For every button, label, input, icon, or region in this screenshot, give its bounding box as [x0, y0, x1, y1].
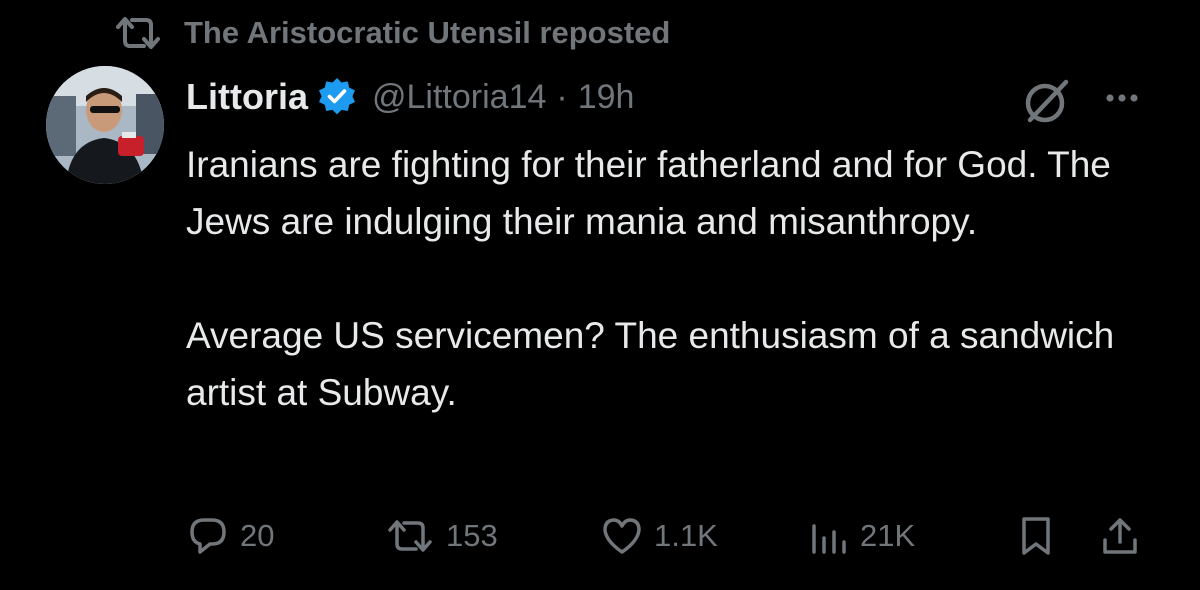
avatar[interactable]: [46, 66, 164, 184]
repost-icon: [384, 514, 436, 558]
reply-count: 20: [240, 518, 275, 553]
views-icon: [806, 514, 850, 558]
like-count: 1.1K: [654, 518, 718, 553]
verified-badge-icon[interactable]: [316, 76, 358, 118]
reply-button[interactable]: 20: [186, 506, 274, 566]
views-button[interactable]: 21K: [806, 506, 915, 566]
like-button[interactable]: 1.1K: [600, 506, 718, 566]
share-icon: [1098, 514, 1142, 558]
author-handle[interactable]: @Littoria14: [372, 78, 546, 117]
like-icon: [600, 514, 644, 558]
reply-icon: [186, 514, 230, 558]
repost-count: 153: [446, 518, 498, 553]
author-display-name[interactable]: Littoria: [186, 76, 308, 118]
tweet-text: Iranians are fighting for their fatherla…: [186, 144, 1115, 413]
repost-icon: [112, 13, 164, 53]
repost-banner-text: The Aristocratic Utensil reposted: [184, 15, 671, 50]
views-count: 21K: [860, 518, 916, 553]
action-bar: 20 153 1.1K 21K: [186, 506, 1156, 566]
bookmark-button[interactable]: [1016, 506, 1066, 566]
bookmark-icon: [1016, 514, 1056, 558]
share-button[interactable]: [1098, 506, 1152, 566]
more-options-icon[interactable]: [1098, 80, 1146, 116]
tweet-timestamp[interactable]: 19h: [578, 78, 635, 117]
repost-banner[interactable]: The Aristocratic Utensil reposted: [112, 10, 670, 56]
tweet-header: Littoria @Littoria14 · 19h: [186, 72, 634, 122]
header-separator: ·: [556, 77, 568, 116]
repost-button[interactable]: 153: [384, 506, 498, 566]
grok-icon[interactable]: [1018, 74, 1074, 130]
